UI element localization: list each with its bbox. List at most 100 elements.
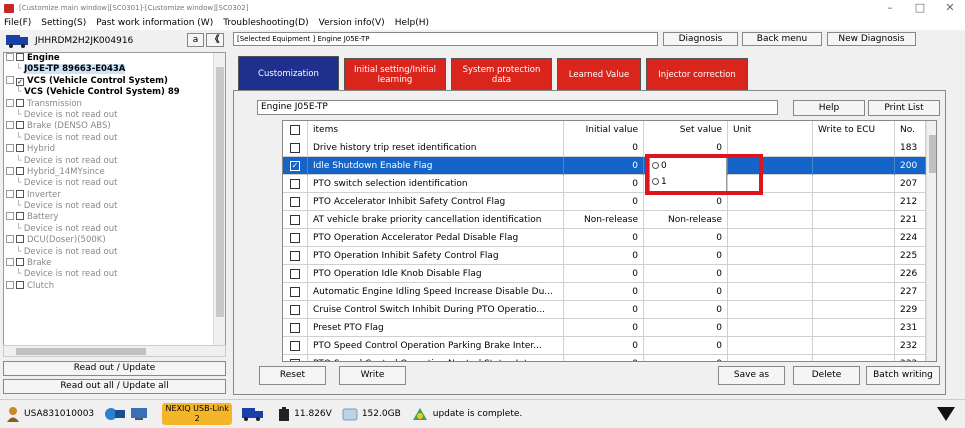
menu-help[interactable]: Help(H) (395, 16, 429, 30)
tab-initial-setting[interactable]: Initial setting/Initial learning (344, 58, 446, 90)
menu-version-info[interactable]: Version info(V) (319, 16, 385, 30)
row-checkbox[interactable] (290, 287, 300, 297)
tree-node[interactable]: Brake (DENSO ABS) (4, 121, 225, 132)
expand-icon[interactable] (6, 280, 14, 289)
row-checkbox[interactable] (290, 197, 300, 207)
expand-icon[interactable] (6, 189, 14, 198)
checkbox[interactable] (16, 258, 24, 267)
table-row[interactable]: PTO Speed Control Operation Parking Brak… (283, 337, 926, 355)
menu-file[interactable]: File(F) (4, 16, 31, 30)
checkbox[interactable] (16, 98, 24, 107)
close-button[interactable]: ✕ (935, 0, 965, 16)
tab-customization[interactable]: Customization (238, 56, 339, 90)
tree-child[interactable]: └ Device is not read out (4, 269, 225, 280)
tree-node[interactable]: ✓ VCS (Vehicle Control System) (4, 75, 225, 87)
menu-setting[interactable]: Setting(S) (41, 16, 86, 30)
expand-icon[interactable] (6, 212, 14, 221)
tree-node[interactable]: DCU(Doser)(500K) (4, 235, 225, 246)
back-menu-button[interactable]: Back menu (742, 32, 822, 46)
row-checkbox[interactable] (290, 143, 300, 153)
expand-icon[interactable] (6, 258, 14, 267)
tab-system-protection[interactable]: System protection data (451, 58, 552, 90)
delete-button[interactable]: Delete (793, 366, 860, 385)
table-row[interactable]: Preset PTO Flag 0 0 231 (283, 319, 926, 337)
row-checkbox[interactable] (290, 305, 300, 315)
table-row[interactable]: ✓ Idle Shutdown Enable Flag 0 200 (283, 157, 926, 175)
row-checkbox[interactable] (290, 233, 300, 243)
row-checkbox[interactable] (290, 269, 300, 279)
table-row[interactable]: PTO Operation Inhibit Safety Control Fla… (283, 247, 926, 265)
print-list-button[interactable]: Print List (868, 100, 940, 116)
tree-child[interactable]: └ Device is not read out (4, 201, 225, 212)
a-button[interactable]: a (187, 33, 204, 47)
table-row[interactable]: AT vehicle brake priority cancellation i… (283, 211, 926, 229)
row-checkbox[interactable] (290, 215, 300, 225)
save-as-button[interactable]: Save as (718, 366, 785, 385)
expand-icon[interactable] (6, 235, 14, 244)
expand-icon[interactable] (6, 121, 14, 130)
batch-writing-button[interactable]: Batch writing (866, 366, 940, 385)
table-row[interactable]: Drive history trip reset identification 0… (283, 139, 926, 157)
expand-icon[interactable] (6, 166, 14, 175)
tree-child[interactable]: └ J05E-TP 89663-E043A (4, 64, 225, 75)
collapse-button[interactable]: 《 (206, 33, 224, 47)
tree-node[interactable]: Transmission (4, 98, 225, 110)
new-diagnosis-button[interactable]: New Diagnosis (827, 32, 916, 46)
minimize-button[interactable]: – (875, 0, 905, 16)
read-out-update-button[interactable]: Read out / Update (3, 361, 226, 376)
checkbox[interactable] (16, 212, 24, 221)
expand-icon[interactable] (6, 75, 14, 84)
row-checkbox[interactable] (290, 251, 300, 261)
table-scrollbar[interactable] (926, 121, 936, 361)
row-checkbox[interactable] (290, 125, 300, 135)
menu-past-work[interactable]: Past work information (W) (96, 16, 213, 30)
menu-troubleshooting[interactable]: Troubleshooting(D) (223, 16, 308, 30)
tree-node[interactable]: Engine (4, 53, 225, 64)
checkbox[interactable] (16, 189, 24, 198)
table-row[interactable]: PTO Speed Control Operation Neutral Stat… (283, 355, 926, 361)
expand-icon[interactable] (6, 144, 14, 153)
expand-icon[interactable] (6, 98, 14, 107)
checkbox[interactable]: ✓ (16, 77, 24, 86)
write-button[interactable]: Write (339, 366, 406, 385)
checkbox[interactable] (16, 235, 24, 244)
dropdown-triangle-icon[interactable] (937, 407, 955, 421)
row-checkbox[interactable] (290, 179, 300, 189)
tree-node[interactable]: Hybrid (4, 144, 225, 155)
row-checkbox[interactable] (290, 341, 300, 351)
tree-child[interactable]: └ Device is not read out (4, 178, 225, 189)
checkbox[interactable] (16, 53, 24, 61)
tree-child[interactable]: └ Device is not read out (4, 247, 225, 258)
tree-child[interactable]: └ Device is not read out (4, 224, 225, 235)
row-checkbox[interactable] (290, 359, 300, 361)
customization-table[interactable]: items Initial value Set value Unit Write to … (282, 120, 937, 362)
expand-icon[interactable] (6, 53, 14, 61)
tree-node[interactable]: Inverter (4, 189, 225, 201)
table-row[interactable]: PTO switch selection identification 0 207 (283, 175, 926, 193)
reset-button[interactable]: Reset (259, 366, 326, 385)
tree-node[interactable]: Brake (4, 258, 225, 269)
tree-child[interactable]: └ Device is not read out (4, 133, 225, 144)
tree-node[interactable]: Clutch (4, 280, 225, 292)
tree-child[interactable]: └ VCS (Vehicle Control System) 89 (4, 87, 225, 98)
diagnosis-button[interactable]: Diagnosis (663, 32, 738, 46)
tree-node[interactable]: Battery (4, 212, 225, 223)
row-checkbox[interactable]: ✓ (290, 161, 300, 171)
checkbox[interactable] (16, 280, 24, 289)
help-button[interactable]: Help (793, 100, 865, 116)
table-row[interactable]: Cruise Control Switch Inhibit During PTO… (283, 301, 926, 319)
tree-horizontal-scrollbar[interactable] (3, 345, 226, 357)
tree-child[interactable]: └ Device is not read out (4, 110, 225, 121)
tree-child[interactable]: └ Device is not read out (4, 156, 225, 167)
tab-injector-correction[interactable]: Injector correction (646, 58, 748, 90)
checkbox[interactable] (16, 121, 24, 130)
maximize-button[interactable]: □ (905, 0, 935, 16)
equipment-tree[interactable]: Engine └ J05E-TP 89663-E043A ✓ VCS (Vehicle… (3, 52, 226, 357)
table-row[interactable]: PTO Operation Idle Knob Disable Flag 0 0 22… (283, 265, 926, 283)
checkbox[interactable] (16, 144, 24, 153)
tab-learned-value[interactable]: Learned Value (557, 58, 641, 90)
read-out-all-button[interactable]: Read out all / Update all (3, 379, 226, 394)
table-row[interactable]: PTO Accelerator Inhibit Safety Control F… (283, 193, 926, 211)
tree-node[interactable]: Hybrid_14MYsince (4, 166, 225, 178)
tree-scrollbar[interactable] (213, 53, 225, 356)
